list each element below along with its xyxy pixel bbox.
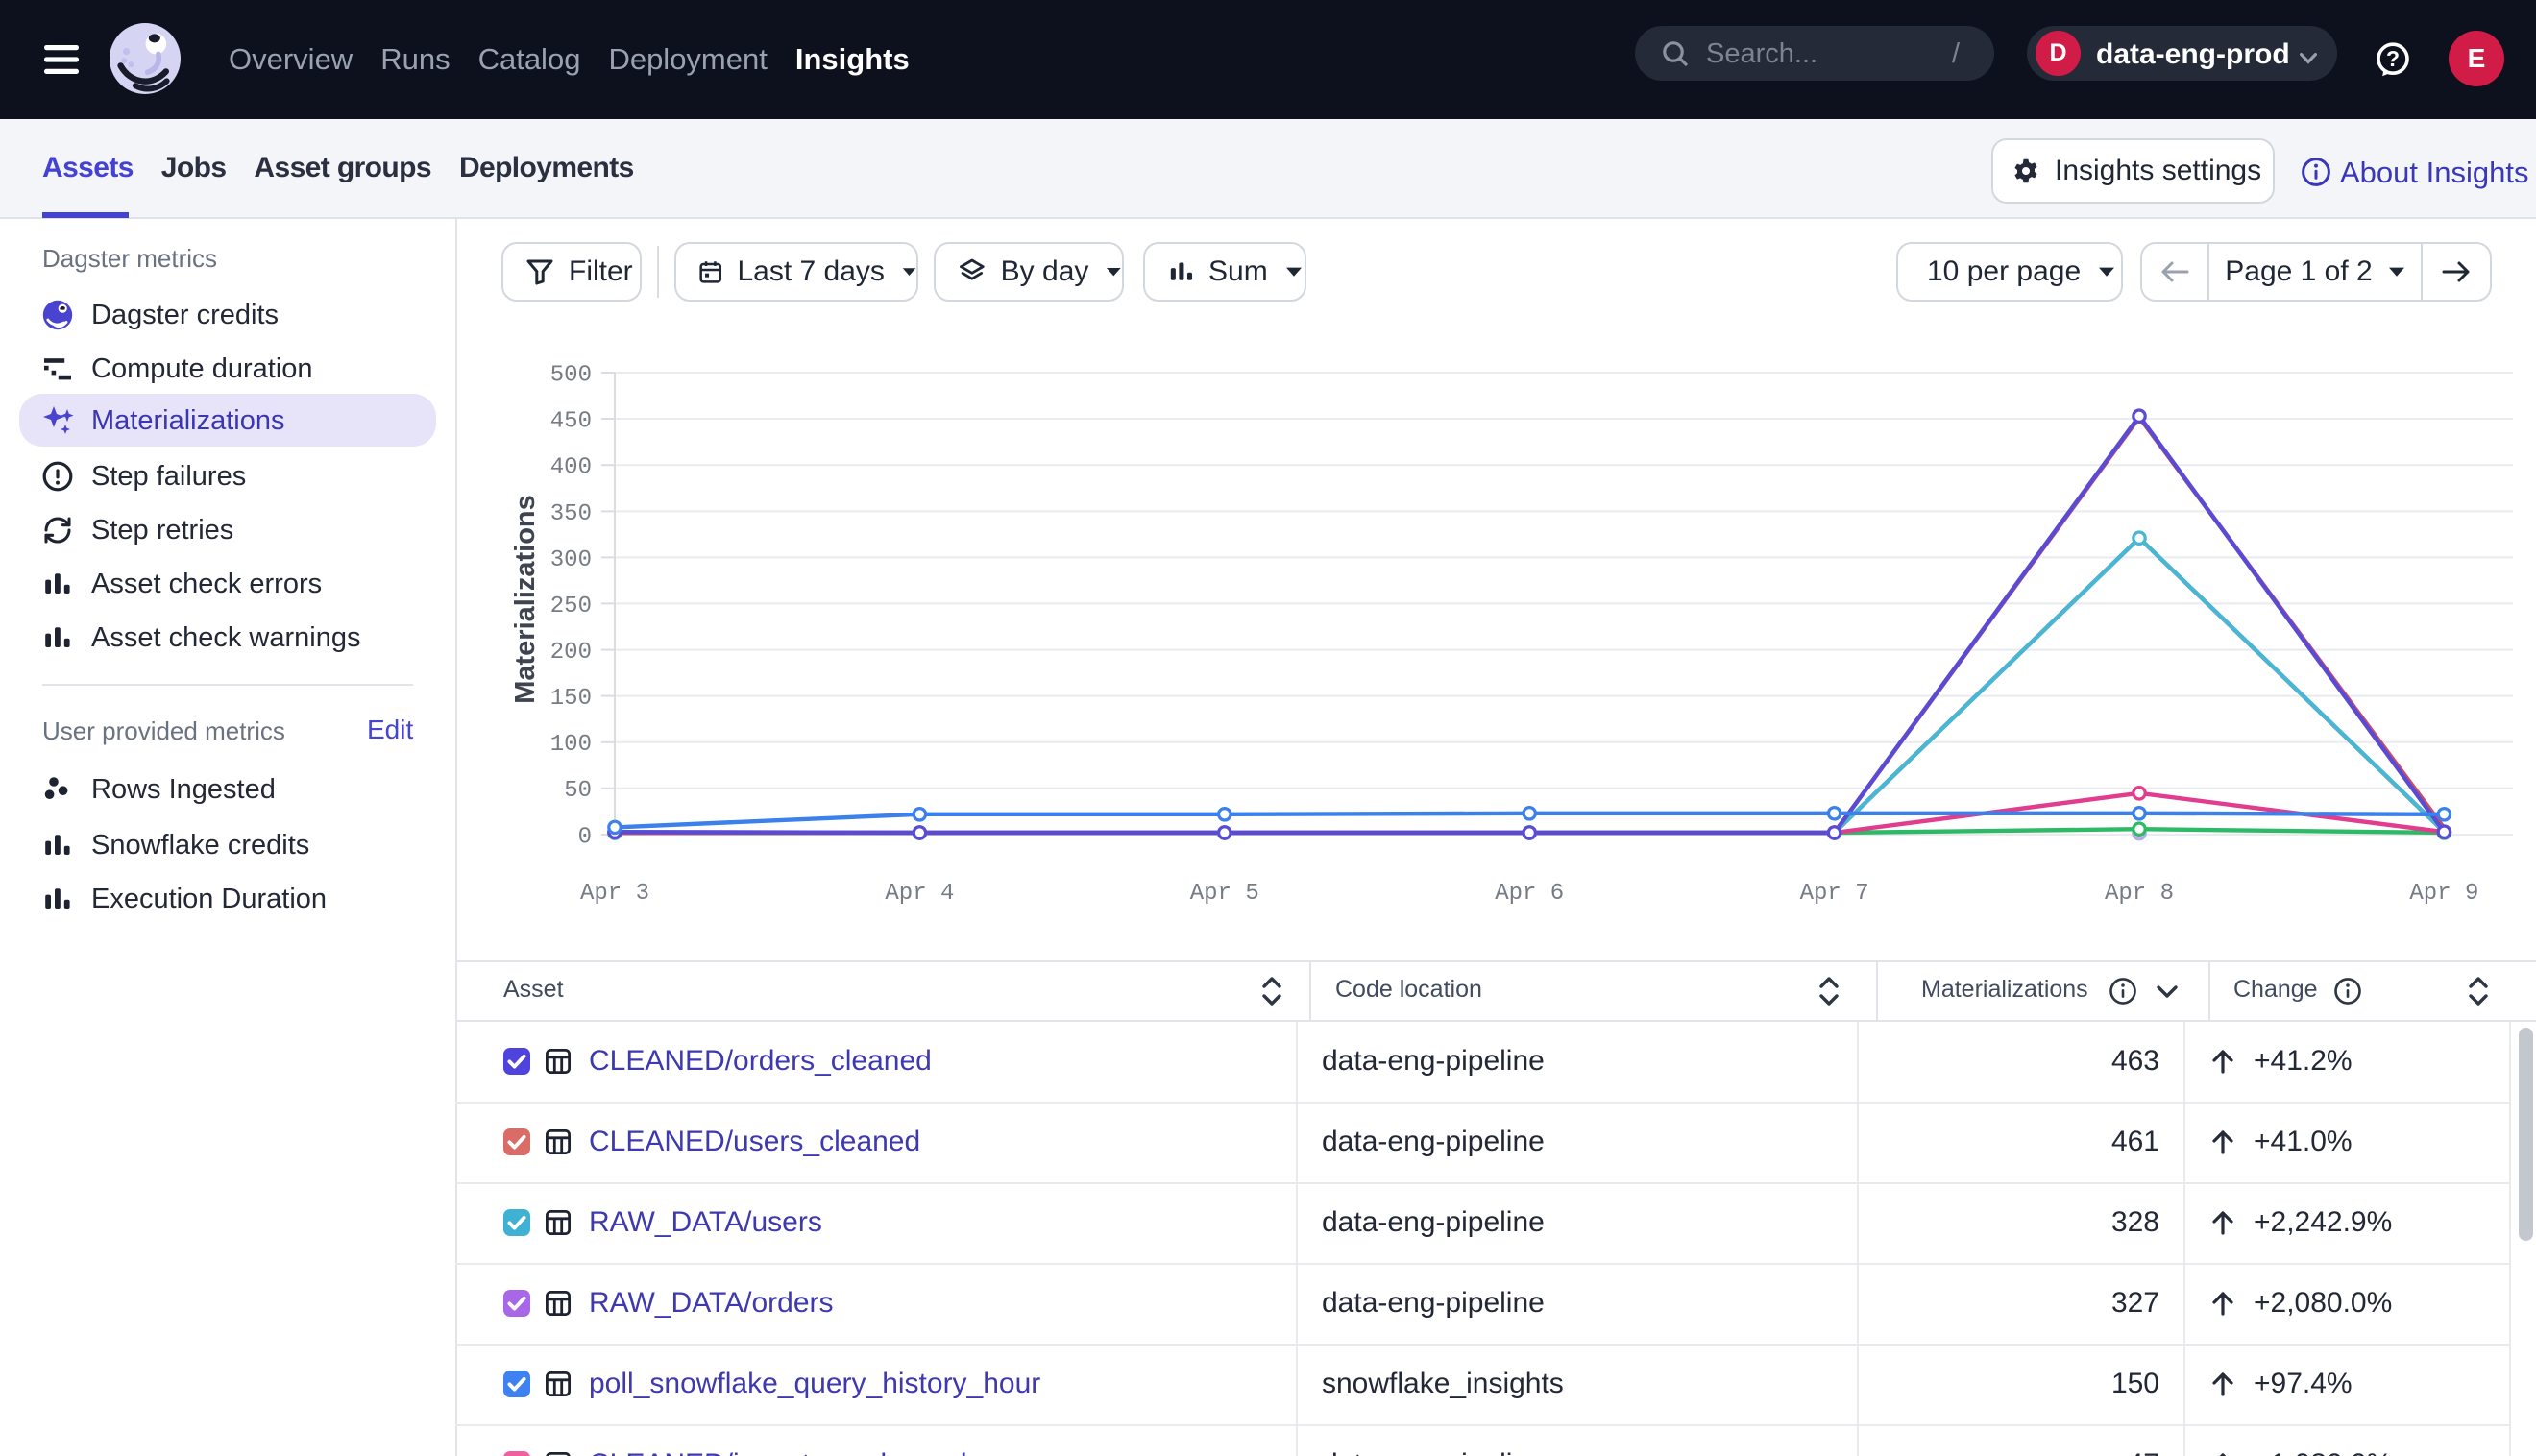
svg-text:150: 150 [550, 686, 592, 712]
svg-text:Apr 8: Apr 8 [2105, 881, 2174, 907]
svg-text:100: 100 [550, 732, 592, 758]
svg-text:200: 200 [550, 640, 592, 666]
svg-text:350: 350 [550, 501, 592, 527]
svg-text:0: 0 [578, 824, 592, 850]
svg-text:?: ? [2386, 46, 2400, 71]
svg-text:400: 400 [550, 455, 592, 481]
svg-text:450: 450 [550, 408, 592, 434]
svg-text:Materializations: Materializations [510, 495, 541, 704]
svg-text:Apr 3: Apr 3 [580, 881, 649, 907]
svg-text:Apr 7: Apr 7 [1800, 881, 1869, 907]
svg-text:300: 300 [550, 547, 592, 573]
svg-text:Apr 4: Apr 4 [885, 881, 954, 907]
svg-text:250: 250 [550, 594, 592, 619]
svg-text:Apr 5: Apr 5 [1190, 881, 1259, 907]
svg-text:50: 50 [564, 778, 592, 804]
svg-text:Apr 6: Apr 6 [1495, 881, 1564, 907]
svg-text:500: 500 [550, 362, 592, 388]
svg-text:Apr 9: Apr 9 [2409, 881, 2478, 907]
